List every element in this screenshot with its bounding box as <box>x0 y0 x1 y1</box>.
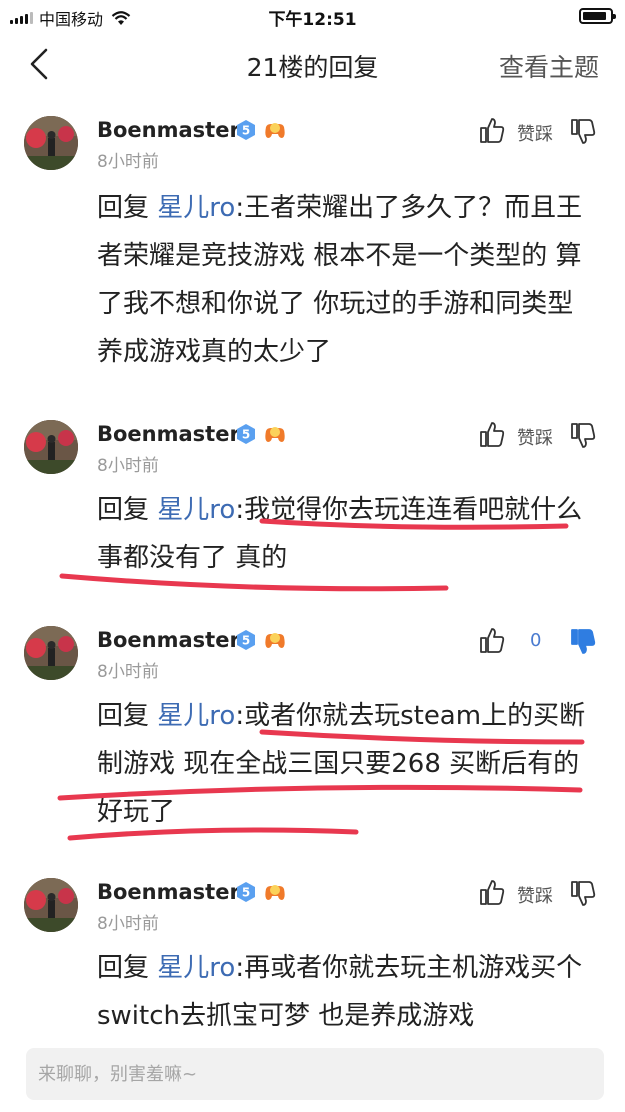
game-controller-icon <box>265 427 285 442</box>
avatar[interactable] <box>24 116 78 170</box>
comment-input[interactable] <box>26 1048 604 1100</box>
vote-label: 赞踩 <box>517 124 553 145</box>
avatar-image-icon <box>24 878 78 932</box>
reply-item: Boenmaster 5 8小时前 赞踩 回复 星儿ro:再或者你就去玩主机游戏… <box>0 878 625 1038</box>
username[interactable]: Boenmaster <box>97 118 240 142</box>
reply-to-link[interactable]: 星儿ro <box>157 193 235 223</box>
thumbs-down-icon[interactable] <box>570 118 596 146</box>
nav-bar: 21楼的回复 查看主题 <box>0 32 625 96</box>
status-bar: 中国移动 下午12:51 <box>0 0 625 32</box>
thumbs-up-icon[interactable] <box>479 878 505 906</box>
svg-text:5: 5 <box>242 124 250 138</box>
post-time: 8小时前 <box>97 152 159 172</box>
reply-to-link[interactable]: 星儿ro <box>157 701 235 731</box>
level-badge-icon: 5 <box>237 424 255 444</box>
battery-icon <box>579 8 616 24</box>
username[interactable]: Boenmaster <box>97 628 240 652</box>
reply-prefix: 回复 <box>97 701 150 731</box>
thumbs-up-icon[interactable] <box>479 116 505 144</box>
game-controller-icon <box>265 885 285 900</box>
vote-label: 赞踩 <box>517 428 553 449</box>
avatar-image-icon <box>24 626 78 680</box>
username[interactable]: Boenmaster <box>97 422 240 446</box>
thumbs-down-icon[interactable] <box>570 422 596 450</box>
vote-label: 赞踩 <box>517 886 553 907</box>
avatar[interactable] <box>24 626 78 680</box>
reply-prefix: 回复 <box>97 495 150 525</box>
post-time: 8小时前 <box>97 456 159 476</box>
post-time: 8小时前 <box>97 662 159 682</box>
vote-count: 0 <box>530 630 542 651</box>
reply-item: Boenmaster 5 8小时前 赞踩 回复 星儿ro:我觉得你去玩连连看吧就… <box>0 420 625 610</box>
reply-content: 回复 星儿ro:或者你就去玩steam上的买断制游戏 现在全战三国只要268 买… <box>97 692 597 836</box>
reply-content: 回复 星儿ro:我觉得你去玩连连看吧就什么事都没有了 真的 <box>97 486 597 582</box>
status-time: 下午12:51 <box>268 10 357 30</box>
avatar-image-icon <box>24 116 78 170</box>
thumbs-up-icon[interactable] <box>479 626 505 654</box>
level-badge-icon: 5 <box>237 120 255 140</box>
level-badge-icon: 5 <box>237 630 255 650</box>
reply-content: 回复 星儿ro:再或者你就去玩主机游戏买个switch去抓宝可梦 也是养成游戏 <box>97 944 597 1040</box>
post-time: 8小时前 <box>97 914 159 934</box>
thumbs-down-icon[interactable] <box>570 880 596 908</box>
avatar-image-icon <box>24 420 78 474</box>
view-topic-button[interactable]: 查看主题 <box>499 48 599 84</box>
battery-level-fill <box>583 12 606 20</box>
thumbs-up-icon[interactable] <box>479 420 505 448</box>
reply-to-link[interactable]: 星儿ro <box>157 953 235 983</box>
reply-item: Boenmaster 5 8小时前 0 回复 星儿ro:或者你就去玩steam上… <box>0 626 625 856</box>
thumbs-down-icon-active[interactable] <box>570 628 596 656</box>
reply-to-link[interactable]: 星儿ro <box>157 495 235 525</box>
reply-item: Boenmaster 5 8小时前 赞踩 回复 星儿ro:王者荣耀出了多久了？而… <box>0 116 625 396</box>
reply-content: 回复 星儿ro:王者荣耀出了多久了？而且王者荣耀是竞技游戏 根本不是一个类型的 … <box>97 184 597 376</box>
svg-text:5: 5 <box>242 634 250 648</box>
avatar[interactable] <box>24 878 78 932</box>
game-controller-icon <box>265 123 285 138</box>
game-controller-icon <box>265 633 285 648</box>
level-badge-icon: 5 <box>237 882 255 902</box>
comment-input-bar <box>0 1034 625 1112</box>
reply-prefix: 回复 <box>97 193 150 223</box>
svg-text:5: 5 <box>242 886 250 900</box>
svg-text:5: 5 <box>242 428 250 442</box>
reply-prefix: 回复 <box>97 953 150 983</box>
avatar[interactable] <box>24 420 78 474</box>
username[interactable]: Boenmaster <box>97 880 240 904</box>
